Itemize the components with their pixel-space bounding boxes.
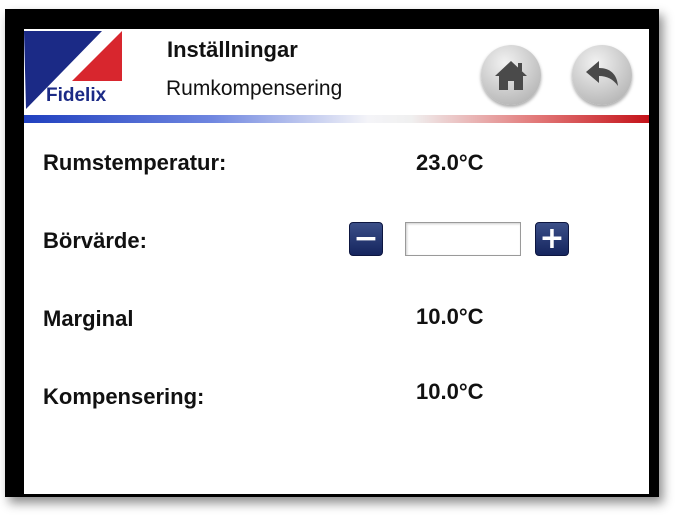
compensation-value: 10.0°C (416, 379, 484, 404)
page-subtitle: Rumkompensering (166, 77, 343, 100)
fidelix-logo: Fidelix (24, 29, 129, 109)
margin-value: 10.0°C (416, 304, 484, 329)
home-button[interactable] (481, 45, 541, 105)
logo-text: Fidelix (46, 85, 107, 106)
plus-icon: + (539, 221, 565, 256)
setpoint-label: Börvärde: (43, 228, 147, 253)
home-icon (495, 61, 527, 90)
room-temp-label: Rumstemperatur: (43, 150, 227, 175)
room-temp-value: 23.0°C (416, 150, 484, 175)
setpoint-input[interactable] (405, 222, 521, 256)
screen: Fidelix Inställningar Rumkompensering Ru… (24, 29, 649, 494)
decrease-button[interactable]: − (349, 222, 383, 256)
header-divider (24, 115, 649, 123)
increase-button[interactable]: + (535, 222, 569, 256)
back-button[interactable] (572, 45, 632, 105)
compensation-label: Kompensering: (43, 384, 205, 409)
margin-label: Marginal (43, 306, 134, 331)
device-frame: Fidelix Inställningar Rumkompensering Ru… (5, 9, 659, 497)
back-arrow-icon (586, 61, 618, 86)
page-title: Inställningar (167, 37, 298, 62)
minus-icon: − (353, 221, 379, 256)
